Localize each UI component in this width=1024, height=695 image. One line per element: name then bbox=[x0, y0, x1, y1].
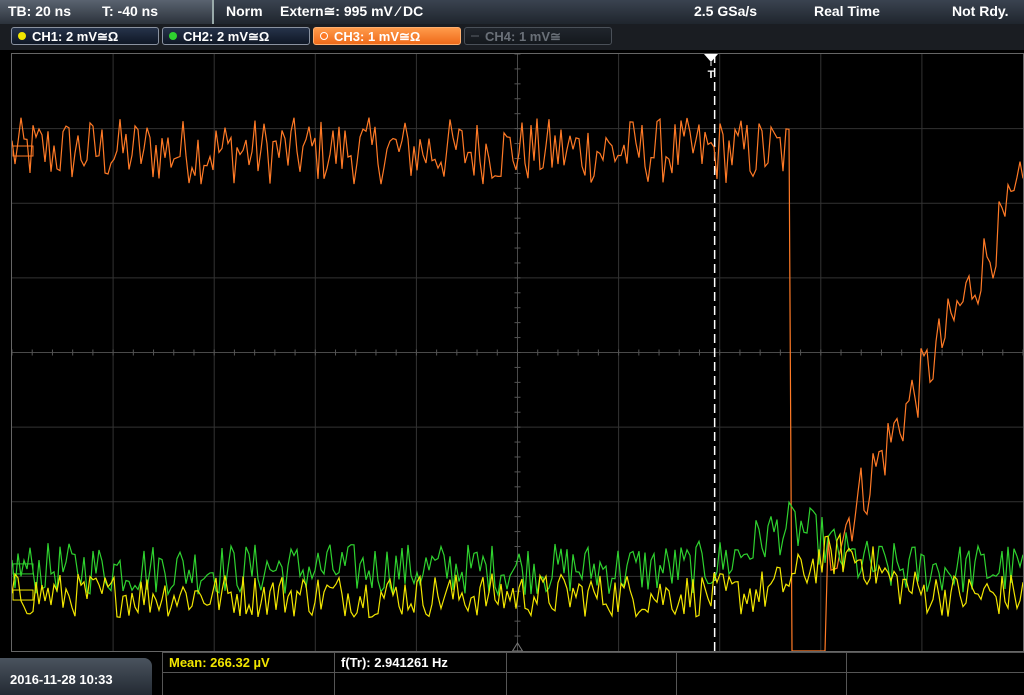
channel-3-button[interactable]: CH3: 1 mV≅Ω bbox=[313, 27, 461, 45]
channel-4-label: CH4: 1 mV≅ bbox=[485, 29, 561, 44]
measurement-slot-5[interactable] bbox=[846, 652, 1024, 695]
level-marker-ch1 bbox=[12, 589, 34, 601]
channel-4-dash-icon bbox=[471, 35, 479, 37]
mean-measurement[interactable]: Mean: 266.32 µV bbox=[162, 652, 335, 695]
trigger-marker-icon: T bbox=[704, 54, 718, 80]
datetime-box: 2016-11-28 10:33 bbox=[0, 658, 152, 695]
channel-2-label: CH2: 2 mV≅Ω bbox=[183, 29, 270, 44]
mean-value: Mean: 266.32 µV bbox=[169, 655, 270, 670]
acq-mode-label[interactable]: Norm bbox=[226, 3, 263, 19]
sample-rate-label[interactable]: 2.5 GSa/s bbox=[694, 3, 757, 19]
channel-2-dot-icon bbox=[169, 32, 177, 40]
channel-1-button[interactable]: CH1: 2 mV≅Ω bbox=[11, 27, 159, 45]
channel-1-dot-icon bbox=[18, 32, 26, 40]
channel-3-label: CH3: 1 mV≅Ω bbox=[334, 29, 421, 44]
trigger-marker-label: T bbox=[708, 69, 715, 80]
channel-4-button[interactable]: CH4: 1 mV≅ bbox=[464, 27, 612, 45]
freq-measurement[interactable]: f(Tr): 2.941261 Hz bbox=[334, 652, 507, 695]
channel-2-button[interactable]: CH2: 2 mV≅Ω bbox=[162, 27, 310, 45]
measurement-slot-4[interactable] bbox=[676, 652, 847, 695]
channel-bar: CH1: 2 mV≅Ω CH2: 2 mV≅Ω CH3: 1 mV≅Ω CH4:… bbox=[0, 24, 1024, 50]
timebase-label[interactable]: TB: 20 ns bbox=[8, 3, 71, 19]
channel-1-label: CH1: 2 mV≅Ω bbox=[32, 29, 119, 44]
time-mode-label[interactable]: Real Time bbox=[814, 3, 880, 19]
waveform-chart bbox=[11, 53, 1024, 652]
channel-3-dot-icon bbox=[320, 32, 328, 40]
status-label: Not Rdy. bbox=[952, 3, 1009, 19]
datetime-label: 2016-11-28 10:33 bbox=[10, 672, 113, 687]
trigger-time-label[interactable]: T: -40 ns bbox=[102, 3, 158, 19]
measurement-slot-3[interactable] bbox=[506, 652, 677, 695]
trigger-source-label[interactable]: Extern≅: 995 mV ⁄ DC bbox=[280, 3, 423, 20]
waveform-display[interactable] bbox=[11, 53, 1024, 652]
top-status-bar: TB: 20 ns T: -40 ns Norm Extern≅: 995 mV… bbox=[0, 0, 1024, 24]
freq-value: f(Tr): 2.941261 Hz bbox=[341, 655, 448, 670]
timebase-box[interactable]: TB: 20 ns T: -40 ns bbox=[0, 0, 214, 24]
